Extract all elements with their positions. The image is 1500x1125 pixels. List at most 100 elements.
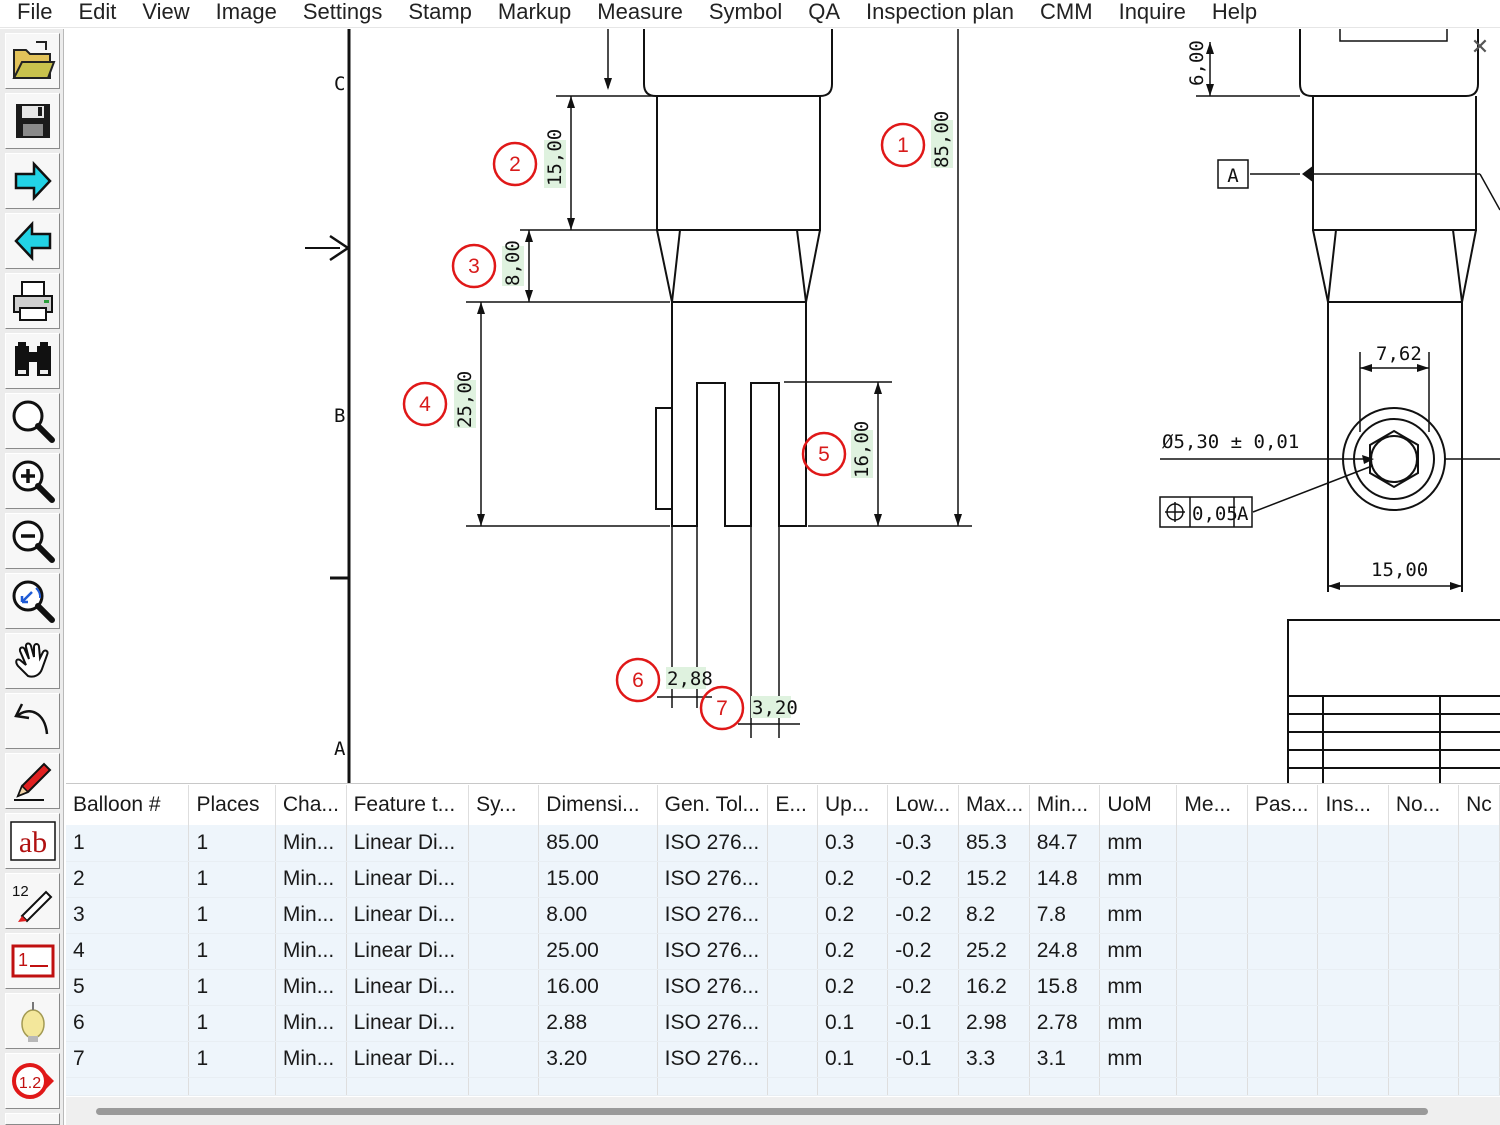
- table-cell[interactable]: [1247, 933, 1319, 970]
- menu-image[interactable]: Image: [203, 0, 290, 28]
- scrollbar-thumb[interactable]: [96, 1108, 1428, 1115]
- table-cell[interactable]: [468, 933, 540, 970]
- table-cell[interactable]: ISO 276...: [657, 1041, 769, 1078]
- table-cell[interactable]: [1458, 933, 1500, 970]
- menu-view[interactable]: View: [129, 0, 202, 28]
- column-header[interactable]: Dimensi...: [538, 785, 658, 825]
- undo-button[interactable]: [5, 693, 60, 749]
- table-cell[interactable]: Linear Di...: [346, 825, 470, 862]
- table-cell[interactable]: 1: [188, 1005, 276, 1042]
- pencil-button[interactable]: [5, 753, 60, 809]
- table-cell[interactable]: mm: [1099, 861, 1178, 898]
- table-cell[interactable]: 3.3: [958, 1041, 1030, 1078]
- table-cell[interactable]: [1176, 1041, 1248, 1078]
- table-cell[interactable]: -0.2: [887, 861, 959, 898]
- table-cell[interactable]: 3.20: [538, 1041, 658, 1078]
- table-cell[interactable]: 14.8: [1029, 861, 1101, 898]
- table-cell[interactable]: 1: [188, 897, 276, 934]
- text-button[interactable]: ab: [5, 813, 60, 869]
- table-cell[interactable]: -0.3: [887, 825, 959, 862]
- table-cell[interactable]: [1176, 933, 1248, 970]
- table-cell[interactable]: [1317, 897, 1389, 934]
- menu-qa[interactable]: QA: [795, 0, 853, 28]
- table-cell[interactable]: [1176, 861, 1248, 898]
- zoom-button[interactable]: [5, 393, 60, 449]
- table-cell[interactable]: [1458, 1041, 1500, 1078]
- table-cell[interactable]: [767, 1005, 818, 1042]
- table-cell[interactable]: 1: [66, 825, 190, 862]
- table-cell[interactable]: [1247, 1041, 1319, 1078]
- find-button[interactable]: [5, 333, 60, 389]
- table-cell[interactable]: [767, 1041, 818, 1078]
- table-cell[interactable]: mm: [1099, 1005, 1178, 1042]
- table-cell[interactable]: 1: [188, 825, 276, 862]
- more-tools-button[interactable]: [5, 1113, 60, 1125]
- menu-edit[interactable]: Edit: [65, 0, 129, 28]
- table-cell[interactable]: [468, 1005, 540, 1042]
- table-cell[interactable]: ISO 276...: [657, 969, 769, 1006]
- table-cell[interactable]: 24.8: [1029, 933, 1101, 970]
- table-cell[interactable]: Linear Di...: [346, 933, 470, 970]
- table-cell[interactable]: [1176, 1005, 1248, 1042]
- table-cell[interactable]: Min...: [275, 1041, 347, 1078]
- table-cell[interactable]: [767, 933, 818, 970]
- table-cell[interactable]: [1388, 933, 1460, 970]
- table-cell[interactable]: -0.1: [887, 1041, 959, 1078]
- table-cell[interactable]: Linear Di...: [346, 897, 470, 934]
- table-cell[interactable]: [1458, 1005, 1500, 1042]
- table-cell[interactable]: 0.2: [817, 861, 889, 898]
- table-row[interactable]: 3 1 Min... Linear Di... 8.00 ISO 276... 0.2 -0.…: [66, 897, 1500, 934]
- table-row[interactable]: 7 1 Min... Linear Di... 3.20 ISO 276... 0.1 -0.…: [66, 1041, 1500, 1078]
- table-cell[interactable]: [468, 897, 540, 934]
- menu-measure[interactable]: Measure: [584, 0, 696, 28]
- table-row[interactable]: 5 1 Min... Linear Di... 16.00 ISO 276... 0.2 -0…: [66, 969, 1500, 1006]
- table-cell[interactable]: Min...: [275, 969, 347, 1006]
- table-cell[interactable]: 15.2: [958, 861, 1030, 898]
- table-cell[interactable]: ISO 276...: [657, 825, 769, 862]
- table-cell[interactable]: 0.1: [817, 1005, 889, 1042]
- table-cell[interactable]: 1: [188, 969, 276, 1006]
- table-cell[interactable]: ISO 276...: [657, 933, 769, 970]
- column-header[interactable]: Places: [188, 785, 276, 825]
- balloon-2[interactable]: 2: [509, 153, 521, 176]
- table-cell[interactable]: [1458, 897, 1500, 934]
- open-button[interactable]: [5, 33, 60, 89]
- table-cell[interactable]: [767, 969, 818, 1006]
- table-cell[interactable]: 0.2: [817, 969, 889, 1006]
- table-cell[interactable]: mm: [1099, 897, 1178, 934]
- table-cell[interactable]: 8.00: [538, 897, 658, 934]
- balloon-5[interactable]: 5: [818, 443, 830, 466]
- table-cell[interactable]: [468, 969, 540, 1006]
- table-cell[interactable]: 5: [66, 969, 190, 1006]
- table-cell[interactable]: 1: [188, 1041, 276, 1078]
- table-cell[interactable]: [1388, 825, 1460, 862]
- table-cell[interactable]: [767, 861, 818, 898]
- table-row[interactable]: 2 1 Min... Linear Di... 15.00 ISO 276... 0.2 -0…: [66, 861, 1500, 898]
- table-cell[interactable]: 7: [66, 1041, 190, 1078]
- table-cell[interactable]: [1388, 1005, 1460, 1042]
- horizontal-scrollbar[interactable]: [66, 1097, 1500, 1125]
- table-cell[interactable]: -0.2: [887, 897, 959, 934]
- table-cell[interactable]: 3: [66, 897, 190, 934]
- table-cell[interactable]: [1247, 1005, 1319, 1042]
- table-cell[interactable]: [1176, 969, 1248, 1006]
- close-icon[interactable]: ✕: [1471, 34, 1489, 59]
- table-row[interactable]: 4 1 Min... Linear Di... 25.00 ISO 276... 0.2 -0…: [66, 933, 1500, 970]
- table-cell[interactable]: -0.1: [887, 1005, 959, 1042]
- column-header[interactable]: Sy...: [468, 785, 540, 825]
- menu-stamp[interactable]: Stamp: [395, 0, 485, 28]
- table-cell[interactable]: [1388, 897, 1460, 934]
- table-cell[interactable]: 2.78: [1029, 1005, 1101, 1042]
- table-cell[interactable]: [767, 897, 818, 934]
- table-row[interactable]: 6 1 Min... Linear Di... 2.88 ISO 276... 0.1 -0.…: [66, 1005, 1500, 1042]
- table-cell[interactable]: [1176, 897, 1248, 934]
- drawing-canvas[interactable]: C B A 15,00 8,00 25,00 16,00 85,00 2,88 …: [66, 29, 1500, 784]
- table-cell[interactable]: mm: [1099, 1041, 1178, 1078]
- menu-settings[interactable]: Settings: [290, 0, 396, 28]
- table-cell[interactable]: [1458, 825, 1500, 862]
- column-header[interactable]: Balloon #: [66, 785, 190, 825]
- save-button[interactable]: [5, 93, 60, 149]
- menu-inquire[interactable]: Inquire: [1106, 0, 1199, 28]
- table-cell[interactable]: 85.3: [958, 825, 1030, 862]
- column-header[interactable]: Min...: [1029, 785, 1101, 825]
